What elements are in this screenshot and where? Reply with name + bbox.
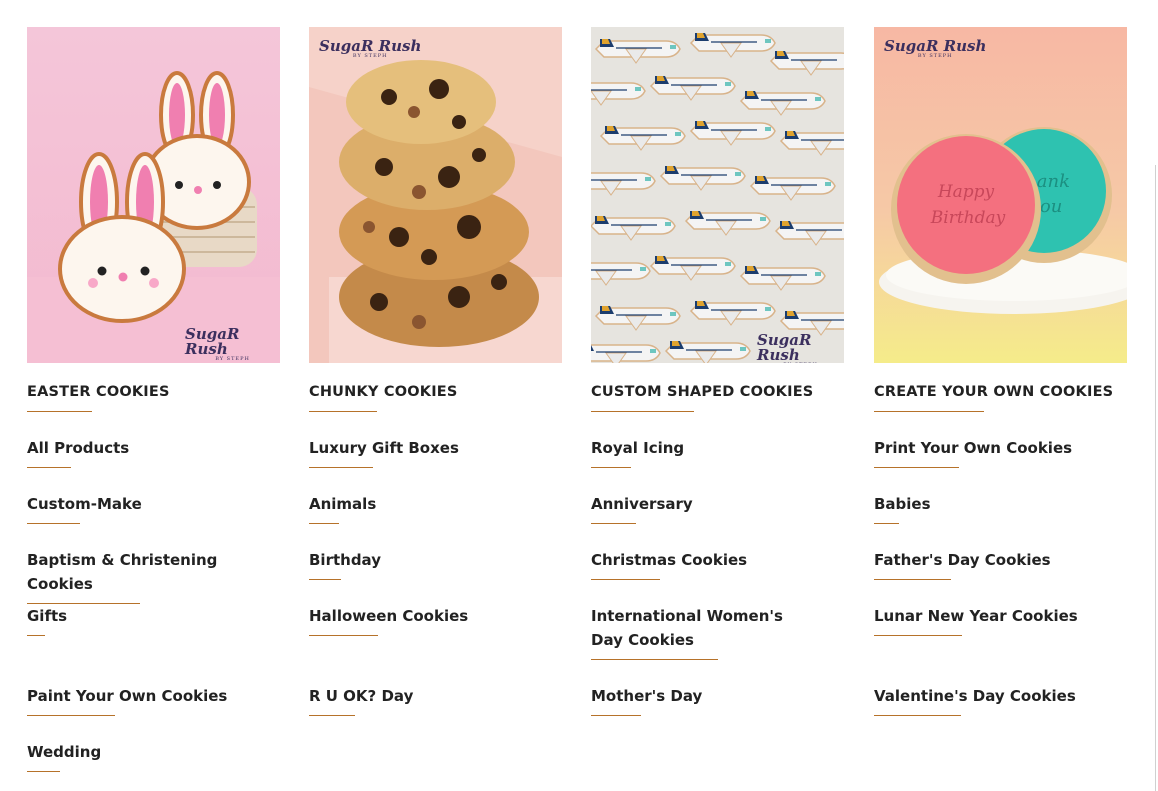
link-babies[interactable]: Babies — [874, 492, 931, 524]
link-label: All Products — [27, 439, 130, 457]
link-birthday[interactable]: Birthday — [309, 548, 381, 580]
menu-column-create-your-own: thank you Happy Birthday SugaR Rush BY S… — [874, 27, 1127, 716]
underline — [309, 411, 377, 412]
link-label: Animals — [309, 495, 377, 513]
underline — [27, 467, 71, 468]
category-heading-custom-shaped-cookies[interactable]: CUSTOM SHAPED COOKIES — [591, 380, 813, 412]
link-label: Father's Day Cookies — [874, 551, 1051, 569]
svg-text:Happy: Happy — [937, 182, 995, 202]
link-label: R U OK? Day — [309, 687, 414, 705]
link-paint-your-own[interactable]: Paint Your Own Cookies — [27, 684, 227, 716]
link-custom-make[interactable]: Custom-Make — [27, 492, 142, 524]
link-label: Lunar New Year Cookies — [874, 607, 1078, 625]
underline — [27, 523, 80, 524]
underline — [309, 635, 378, 636]
underline — [591, 715, 641, 716]
underline — [591, 523, 636, 524]
menu-column-custom-shaped: SugaR Rush BY STEPH CUSTOM SHAPED COOKIE… — [591, 27, 844, 716]
link-label: Print Your Own Cookies — [874, 439, 1073, 457]
underline — [309, 579, 341, 580]
heading-label: EASTER COOKIES — [27, 384, 170, 400]
link-international-womens-day[interactable]: International Women's Day Cookies — [591, 604, 811, 660]
link-fathers-day-cookies[interactable]: Father's Day Cookies — [874, 548, 1051, 580]
underline — [27, 635, 45, 636]
link-anniversary[interactable]: Anniversary — [591, 492, 693, 524]
underline — [27, 771, 60, 772]
underline — [309, 523, 339, 524]
heading-label: CUSTOM SHAPED COOKIES — [591, 384, 814, 400]
link-label: Anniversary — [591, 495, 693, 513]
underline — [591, 579, 660, 580]
brand-logo-text: SugaR Rush — [185, 325, 240, 358]
underline — [874, 579, 951, 580]
link-label: Luxury Gift Boxes — [309, 439, 459, 457]
category-heading-easter-cookies[interactable]: EASTER COOKIES — [27, 380, 170, 412]
easter-cookies-image[interactable]: SugaR Rush BY STEPH — [27, 27, 280, 363]
menu-column-chunky: SugaR Rush BY STEPH CHUNKY COOKIES Luxur… — [309, 27, 562, 716]
brand-logo: SugaR Rush BY STEPH — [884, 39, 986, 59]
link-mothers-day[interactable]: Mother's Day — [591, 684, 702, 716]
custom-shaped-cookies-image[interactable]: SugaR Rush BY STEPH — [591, 27, 844, 363]
heading-label: CREATE YOUR OWN COOKIES — [874, 384, 1114, 400]
menu-column-easter: SugaR Rush BY STEPH EASTER COOKIES All P… — [27, 27, 280, 772]
link-baptism-christening[interactable]: Baptism & Christening Cookies — [27, 548, 280, 604]
underline — [27, 411, 92, 412]
svg-text:Birthday: Birthday — [930, 208, 1006, 228]
link-gifts[interactable]: Gifts — [27, 604, 67, 636]
link-label: International Women's Day Cookies — [591, 607, 783, 649]
link-label: Royal Icing — [591, 439, 685, 457]
chunky-cookies-illustration — [309, 27, 562, 363]
link-label: Babies — [874, 495, 931, 513]
link-label: Christmas Cookies — [591, 551, 748, 569]
underline — [874, 635, 962, 636]
underline — [27, 715, 115, 716]
underline — [874, 715, 961, 716]
underline — [309, 715, 355, 716]
category-heading-create-your-own-cookies[interactable]: CREATE YOUR OWN COOKIES — [874, 380, 1113, 412]
link-label: Gifts — [27, 607, 68, 625]
link-christmas-cookies[interactable]: Christmas Cookies — [591, 548, 747, 580]
link-label: Baptism & Christening Cookies — [27, 551, 218, 593]
link-label: Birthday — [309, 551, 381, 569]
heading-label: CHUNKY COOKIES — [309, 384, 458, 400]
link-luxury-gift-boxes[interactable]: Luxury Gift Boxes — [309, 436, 459, 468]
scrollbar-track[interactable] — [1155, 165, 1156, 791]
link-animals[interactable]: Animals — [309, 492, 376, 524]
link-ru-ok-day[interactable]: R U OK? Day — [309, 684, 413, 716]
brand-logo: SugaR Rush BY STEPH — [757, 331, 844, 364]
link-label: Custom-Make — [27, 495, 142, 513]
chunky-cookies-image[interactable]: SugaR Rush BY STEPH — [309, 27, 562, 363]
link-halloween-cookies[interactable]: Halloween Cookies — [309, 604, 468, 636]
underline — [874, 411, 984, 412]
brand-logo: SugaR Rush BY STEPH — [185, 327, 280, 362]
link-label: Wedding — [27, 743, 102, 761]
brand-logo-text: SugaR Rush — [757, 331, 812, 363]
link-all-products[interactable]: All Products — [27, 436, 129, 468]
link-royal-icing[interactable]: Royal Icing — [591, 436, 684, 468]
link-label: Halloween Cookies — [309, 607, 469, 625]
link-print-your-own[interactable]: Print Your Own Cookies — [874, 436, 1072, 468]
airplane-cookies-illustration — [591, 27, 844, 363]
link-label: Mother's Day — [591, 687, 703, 705]
underline — [591, 411, 694, 412]
create-your-own-cookies-image[interactable]: thank you Happy Birthday SugaR Rush BY S… — [874, 27, 1127, 363]
link-wedding[interactable]: Wedding — [27, 740, 101, 772]
link-label: Valentine's Day Cookies — [874, 687, 1076, 705]
link-valentines-day-cookies[interactable]: Valentine's Day Cookies — [874, 684, 1076, 716]
easter-bunny-illustration — [27, 27, 280, 363]
brand-logo: SugaR Rush BY STEPH — [319, 39, 421, 59]
underline — [874, 467, 959, 468]
link-lunar-new-year-cookies[interactable]: Lunar New Year Cookies — [874, 604, 1078, 636]
embossed-cookies-illustration: thank you Happy Birthday — [874, 27, 1127, 363]
underline — [874, 523, 899, 524]
underline — [309, 467, 373, 468]
link-label: Paint Your Own Cookies — [27, 687, 228, 705]
underline — [591, 467, 631, 468]
category-heading-chunky-cookies[interactable]: CHUNKY COOKIES — [309, 380, 458, 412]
underline — [591, 659, 718, 660]
